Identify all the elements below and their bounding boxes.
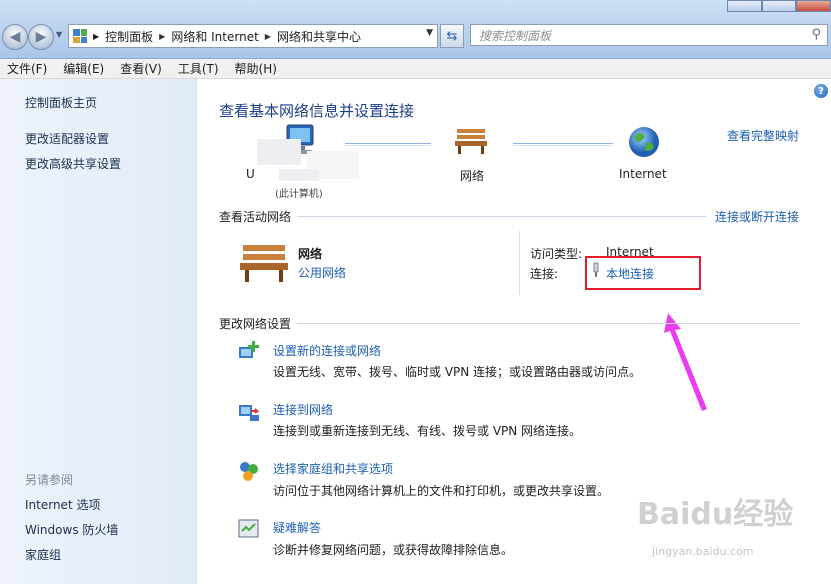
setup-new-connection-link[interactable]: 设置新的连接或网络 (273, 342, 381, 359)
recent-pages-dropdown[interactable]: ▼ (56, 30, 66, 42)
watermark-brand: Baidu经验 (637, 497, 794, 532)
breadcrumb-item[interactable]: 网络和 Internet (171, 28, 258, 45)
address-dropdown-icon[interactable]: ▼ (426, 28, 433, 38)
main-content: ? 查看基本网络信息并设置连接 查看完整映射 U (此计算机) 网络 Inter… (197, 79, 831, 584)
task-description: 设置无线、宽带、拨号、临时或 VPN 连接；或设置路由器或访问点。 (273, 365, 642, 379)
menu-edit[interactable]: 编辑(E) (56, 60, 110, 77)
breadcrumb-item[interactable]: 控制面板 (105, 28, 153, 45)
troubleshoot-icon (238, 519, 259, 538)
access-type-label: 访问类型: (530, 247, 583, 261)
sidebar-change-advanced-sharing[interactable]: 更改高级共享设置 (25, 155, 121, 172)
computer-label: U (246, 167, 255, 181)
connection-label: 连接: (530, 267, 559, 281)
new-connection-icon (239, 341, 259, 358)
homegroup-sharing-icon (240, 462, 258, 481)
back-arrow-icon: ◀ (9, 29, 21, 45)
sidebar-internet-options[interactable]: Internet 选项 (25, 496, 100, 513)
breadcrumb-arrow-icon[interactable]: ▶ (159, 32, 165, 41)
breadcrumb-item[interactable]: 网络和共享中心 (277, 28, 361, 45)
highlight-box (585, 256, 701, 290)
sidebar: 控制面板主页 更改适配器设置 更改高级共享设置 另请参阅 Internet 选项… (0, 79, 197, 584)
window-controls (727, 0, 831, 12)
bench-icon (455, 129, 487, 154)
troubleshoot-link[interactable]: 疑难解答 (273, 519, 321, 536)
task-description: 诊断并修复网络问题，或获得故障排除信息。 (273, 543, 514, 557)
task-description: 访问位于其他网络计算机上的文件和打印机，或更改共享设置。 (273, 484, 610, 498)
bench-icon (240, 245, 288, 282)
map-connector (513, 143, 613, 146)
menu-view[interactable]: 查看(V) (113, 60, 168, 77)
network-map-label: 网络 (460, 169, 485, 183)
map-connector (345, 143, 431, 146)
control-panel-icon (73, 29, 87, 43)
sidebar-control-panel-home[interactable]: 控制面板主页 (25, 94, 97, 111)
homegroup-sharing-link[interactable]: 选择家庭组和共享选项 (273, 460, 393, 477)
internet-map-label: Internet (619, 167, 667, 181)
blurred-region (279, 169, 319, 181)
search-icon[interactable]: ⚲ (811, 27, 821, 42)
close-button[interactable] (796, 0, 831, 12)
search-placeholder: 搜索控制面板 (479, 28, 552, 43)
maximize-button[interactable] (761, 0, 797, 12)
back-button[interactable]: ◀ (2, 24, 28, 50)
network-name: 网络 (298, 247, 323, 261)
sidebar-homegroup[interactable]: 家庭组 (25, 546, 61, 563)
breadcrumb-root-arrow-icon[interactable]: ▶ (93, 32, 99, 41)
menu-bar: 文件(F) 编辑(E) 查看(V) 工具(T) 帮助(H) (0, 59, 831, 79)
breadcrumb: 控制面板 ▶ 网络和 Internet ▶ 网络和共享中心 (105, 28, 361, 45)
sidebar-windows-firewall[interactable]: Windows 防火墙 (25, 521, 118, 538)
forward-button[interactable]: ▶ (28, 24, 54, 50)
menu-help[interactable]: 帮助(H) (228, 60, 283, 77)
active-networks-heading: 查看活动网络 (219, 210, 292, 224)
change-settings-heading: 更改网络设置 (219, 317, 292, 331)
blurred-region (257, 139, 301, 165)
help-icon[interactable]: ? (814, 84, 828, 98)
refresh-icon: ⇆ (446, 28, 458, 44)
section-divider (297, 323, 800, 324)
breadcrumb-arrow-icon[interactable]: ▶ (265, 32, 271, 41)
refresh-button[interactable]: ⇆ (440, 24, 464, 48)
task-description: 连接到或重新连接到无线、有线、拨号或 VPN 网络连接。 (273, 424, 582, 438)
network-type-link[interactable]: 公用网络 (298, 264, 346, 281)
watermark-url: jingyan.baidu.com (652, 545, 754, 558)
see-also-heading: 另请参阅 (25, 473, 74, 487)
vertical-divider (519, 231, 520, 295)
computer-sub-label: (此计算机) (275, 189, 323, 200)
globe-icon (629, 127, 659, 157)
section-divider (297, 216, 707, 217)
menu-tools[interactable]: 工具(T) (171, 60, 225, 77)
connect-to-network-link[interactable]: 连接到网络 (273, 401, 333, 418)
forward-arrow-icon: ▶ (35, 29, 47, 45)
address-bar[interactable]: ▶ 控制面板 ▶ 网络和 Internet ▶ 网络和共享中心 ▼ (68, 24, 438, 48)
search-input[interactable]: 搜索控制面板 ⚲ (470, 24, 828, 46)
menu-file[interactable]: 文件(F) (0, 60, 53, 77)
sidebar-change-adapter-settings[interactable]: 更改适配器设置 (25, 130, 109, 147)
connect-network-icon (239, 405, 260, 421)
page-title: 查看基本网络信息并设置连接 (219, 102, 415, 120)
window-titlebar: ◀ ▶ ▼ ▶ 控制面板 ▶ 网络和 Internet ▶ 网络和共享中心 ▼ … (0, 0, 831, 59)
see-full-map-link[interactable]: 查看完整映射 (727, 127, 799, 144)
connect-disconnect-link[interactable]: 连接或断开连接 (715, 208, 799, 225)
minimize-button[interactable] (727, 0, 762, 12)
